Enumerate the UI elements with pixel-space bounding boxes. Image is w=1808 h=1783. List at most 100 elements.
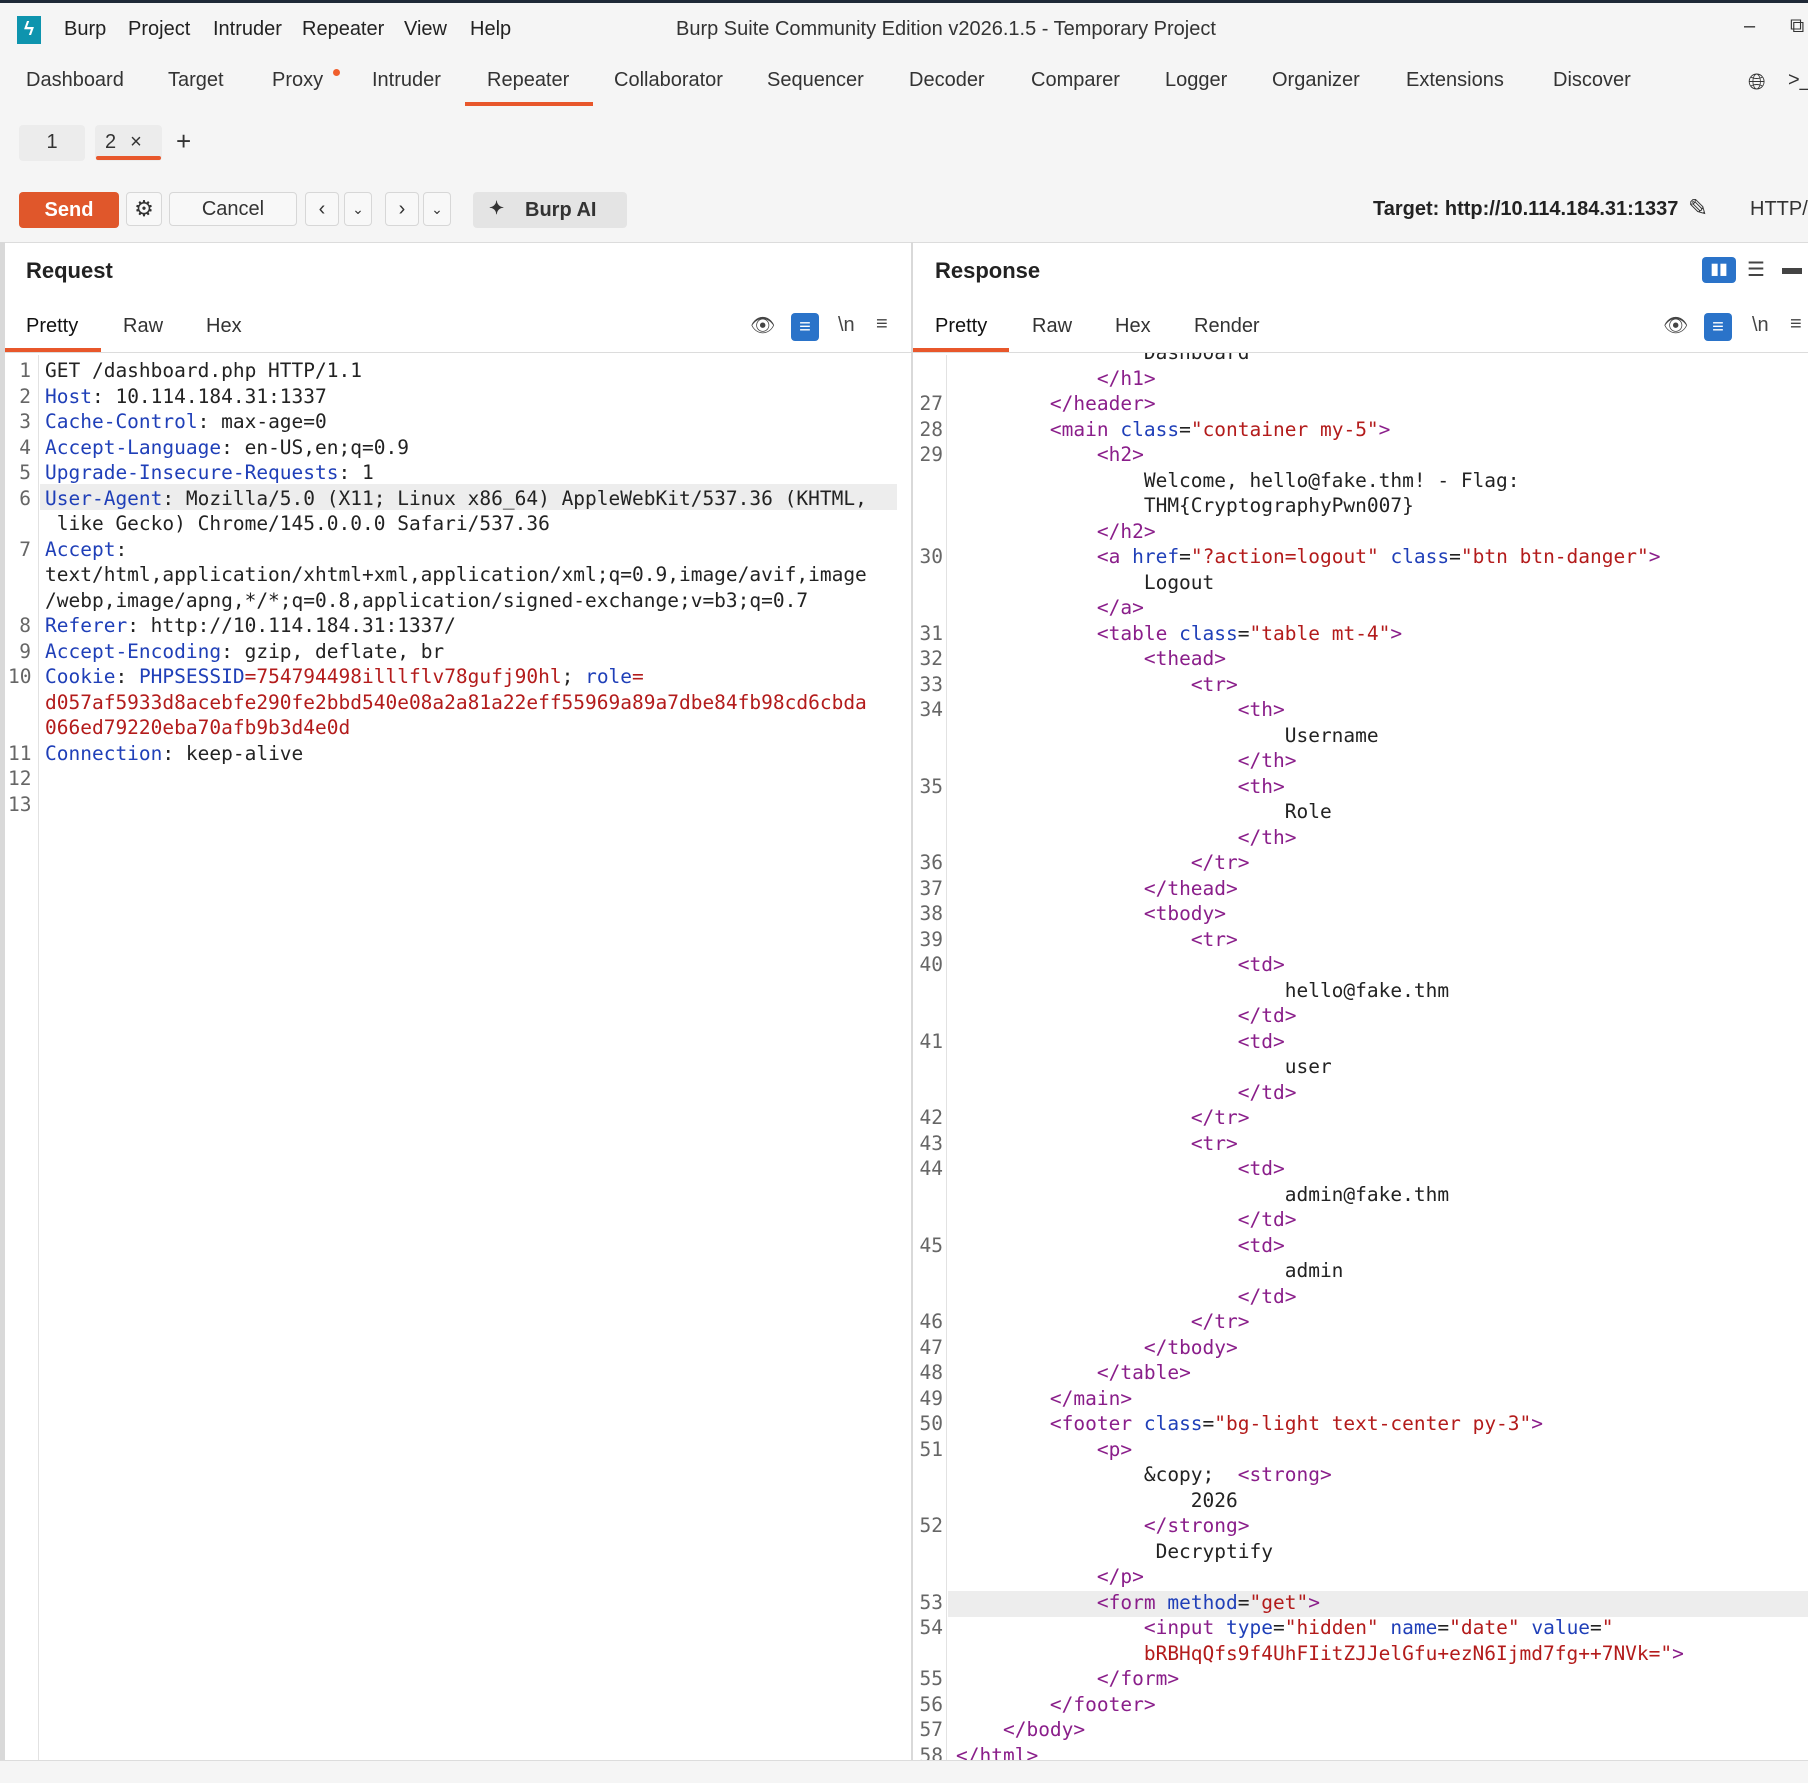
send-button[interactable]: Send [19, 192, 119, 228]
tab-sequencer[interactable]: Sequencer [767, 69, 864, 92]
code-token: Referer [45, 614, 128, 637]
code-token: </h1> [1096, 366, 1156, 390]
settings-gear-icon[interactable]: ⚙ [126, 192, 162, 226]
code-token: </th> [1237, 825, 1297, 849]
code-token: </thead> [1143, 876, 1238, 900]
tab-discover[interactable]: Discover [1553, 69, 1631, 92]
tab-logger[interactable]: Logger [1165, 69, 1227, 92]
code-line: </th> [913, 825, 1808, 851]
code-line: 7 Accept: [8, 537, 908, 563]
repeater-tab-1[interactable]: 1 [19, 125, 85, 161]
code-token: hello@fake.thm [956, 978, 1450, 1002]
back-arrow-icon[interactable]: ‹ [305, 192, 339, 226]
forward-arrow-icon[interactable]: › [385, 192, 419, 226]
minimize-icon[interactable]: – [1744, 15, 1755, 38]
newline-toggle-icon[interactable]: \n [1752, 314, 1769, 337]
menu-intruder[interactable]: Intruder [213, 18, 282, 41]
line-number: 1 [19, 359, 31, 382]
line-text: </strong> [956, 1513, 1250, 1539]
newline-toggle-icon[interactable]: \n [838, 314, 855, 337]
code-token: <strong> [1237, 1463, 1332, 1486]
tab-dashboard[interactable]: Dashboard [26, 69, 124, 92]
code-line: 5 Upgrade-Insecure-Requests: 1 [8, 460, 908, 486]
line-text: <td> [956, 1156, 1285, 1182]
hamburger-menu-icon[interactable]: ≡ [1790, 313, 1802, 336]
code-token: <td> [1237, 1029, 1285, 1053]
tab-intruder[interactable]: Intruder [372, 69, 441, 92]
menu-project[interactable]: Project [128, 18, 190, 41]
code-token: <tbody> [1143, 902, 1227, 925]
request-tab-hex[interactable]: Hex [206, 315, 242, 338]
burp-ai-button[interactable]: ✦ Burp AI [473, 192, 627, 228]
code-token: <main [1049, 417, 1121, 441]
request-editor[interactable]: 1 GET /dashboard.php HTTP/1.1 2 Host: 10.11… [8, 358, 908, 817]
code-line: 34 <th> [913, 697, 1808, 723]
wrap-lines-icon[interactable]: ≡ [1704, 313, 1732, 341]
http-version-label[interactable]: HTTP/1 [1750, 198, 1808, 221]
response-tab-render[interactable]: Render [1194, 315, 1260, 338]
tab-proxy[interactable]: Proxy [272, 69, 323, 92]
line-text: &copy; <strong> [956, 1462, 1332, 1488]
line-text: </tr> [956, 850, 1250, 876]
hide-eye-icon[interactable]: 👁︎ [750, 313, 775, 338]
back-history-chevron-down-icon[interactable]: ⌄ [344, 192, 372, 226]
code-token: : 10.114.184.31:1337 [91, 384, 327, 408]
burp-logo-icon: ϟ [17, 16, 41, 44]
menu-burp[interactable]: Burp [64, 18, 106, 41]
line-number: 29 [919, 443, 943, 466]
code-token: </a> [1096, 596, 1144, 619]
layout-rows-icon[interactable]: ☰ [1747, 257, 1765, 282]
response-tab-hex[interactable]: Hex [1115, 315, 1151, 338]
response-tab-pretty[interactable]: Pretty [935, 315, 987, 338]
line-text: bRBHqQfs9f4UhFIitZJJelGfu+ezN6Ijmd7fg++7… [956, 1641, 1684, 1667]
code-token: value [1531, 1616, 1591, 1639]
tab-target[interactable]: Target [168, 69, 224, 92]
line-number: 38 [919, 902, 943, 925]
layout-split-icon[interactable]: ▮▮ [1702, 257, 1736, 283]
layout-single-icon[interactable]: ▬ [1782, 257, 1802, 280]
tab-decoder[interactable]: Decoder [909, 69, 985, 92]
line-text: <thead> [956, 646, 1226, 672]
code-token: = [1237, 1590, 1250, 1614]
response-tab-raw[interactable]: Raw [1032, 315, 1072, 338]
code-token: 066ed79220eba70afb9b3d4e0d [45, 716, 351, 739]
tab-comparer[interactable]: Comparer [1031, 69, 1120, 92]
tab-repeater[interactable]: Repeater [487, 69, 569, 92]
wrap-lines-icon[interactable]: ≡ [791, 313, 819, 341]
code-token: <tr> [1190, 1131, 1238, 1155]
code-line: admin@fake.thm [913, 1182, 1808, 1208]
code-token: <thead> [1143, 647, 1227, 670]
cancel-button[interactable]: Cancel [169, 192, 297, 226]
hide-eye-icon[interactable]: 👁︎ [1663, 313, 1688, 338]
add-tab-icon[interactable]: + [176, 126, 191, 157]
code-line: 47 </tbody> [913, 1335, 1808, 1361]
request-tab-raw[interactable]: Raw [123, 315, 163, 338]
response-editor[interactable]: Dashboard </h1>27 </header>28 <main clas… [913, 353, 1808, 1760]
forward-history-chevron-down-icon[interactable]: ⌄ [423, 192, 451, 226]
code-token: <td> [1237, 1233, 1285, 1257]
code-token: like Gecko) Chrome/145.0.0.0 Safari/537.… [45, 512, 550, 535]
code-line: 31 <table class="table mt-4"> [913, 621, 1808, 647]
tab-organizer[interactable]: Organizer [1272, 69, 1360, 92]
close-icon[interactable]: × [130, 131, 142, 153]
code-line: &copy; <strong> [913, 1462, 1808, 1488]
menu-view[interactable]: View [404, 18, 447, 41]
code-line: hello@fake.thm [913, 978, 1808, 1004]
globe-icon[interactable]: 🌐︎ [1748, 69, 1766, 95]
tab-collaborator[interactable]: Collaborator [614, 69, 723, 92]
menu-repeater[interactable]: Repeater [302, 18, 384, 41]
line-number: 6 [19, 486, 31, 510]
code-line: 11 Connection: keep-alive [8, 741, 908, 767]
code-line: 33 <tr> [913, 672, 1808, 698]
request-tab-pretty[interactable]: Pretty [26, 315, 78, 338]
terminal-icon[interactable]: >_ [1788, 69, 1808, 92]
edit-target-pencil-icon[interactable]: ✎ [1688, 194, 1708, 223]
restore-icon[interactable]: ⧉ [1790, 15, 1804, 38]
tab-extensions[interactable]: Extensions [1406, 69, 1504, 92]
hamburger-menu-icon[interactable]: ≡ [876, 313, 888, 336]
menu-help[interactable]: Help [470, 18, 511, 41]
line-text: 066ed79220eba70afb9b3d4e0d [45, 715, 350, 741]
